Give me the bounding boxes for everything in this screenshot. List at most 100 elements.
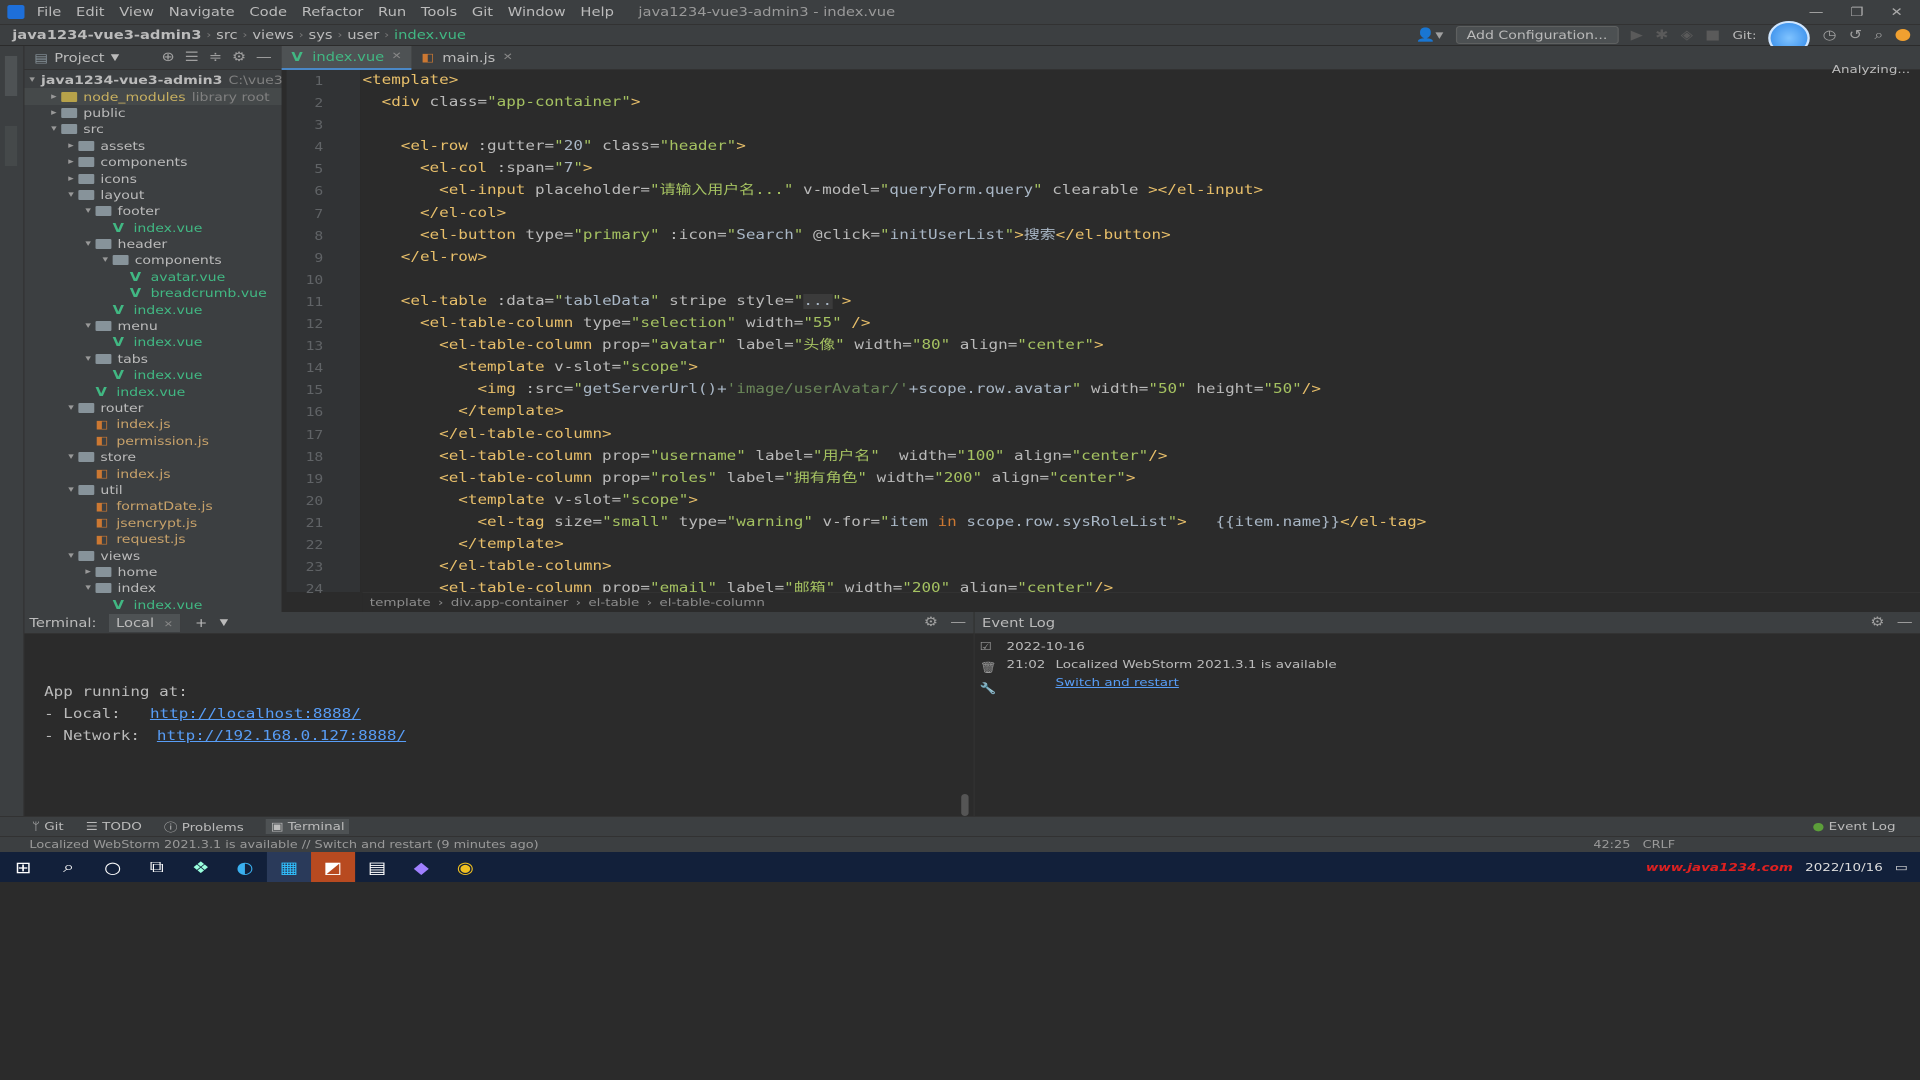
- intellij-icon[interactable]: ◩: [311, 852, 356, 882]
- tool-window-event-log[interactable]: ● Event Log: [1813, 820, 1920, 833]
- chevron-right-icon[interactable]: ▸: [81, 567, 96, 577]
- chevron-right-icon[interactable]: ▸: [47, 92, 62, 102]
- mark-read-icon[interactable]: ☑: [980, 640, 997, 653]
- menu-item-navigate[interactable]: Navigate: [161, 5, 242, 19]
- chevron-down-icon[interactable]: ▾: [29, 75, 35, 85]
- menu-item-view[interactable]: View: [112, 5, 162, 19]
- notepad-icon[interactable]: ▤: [355, 852, 399, 882]
- search-icon[interactable]: ⌕: [1874, 28, 1883, 43]
- switch-and-restart-link[interactable]: Switch and restart: [1056, 676, 1179, 689]
- trash-icon[interactable]: 🗑: [980, 661, 997, 674]
- tab-main-js[interactable]: ◧ main.js ✕: [412, 46, 523, 70]
- tree-item[interactable]: ◧ jsencrypt.js: [24, 515, 281, 531]
- tree-item[interactable]: ◧ index.js: [24, 465, 281, 481]
- tree-item[interactable]: ▾ menu: [24, 318, 281, 334]
- tree-item[interactable]: Vavatar.vue: [24, 269, 281, 285]
- tree-item[interactable]: ▸ node_modules library root: [24, 88, 282, 105]
- chevron-right-icon[interactable]: ▸: [64, 157, 79, 167]
- terminal-output[interactable]: App running at: - Local: http://localhos…: [24, 634, 974, 816]
- chevron-right-icon[interactable]: ▸: [64, 141, 79, 151]
- chevron-down-icon[interactable]: ▾: [64, 190, 79, 200]
- collapse-all-icon[interactable]: ≑: [209, 50, 222, 65]
- chevron-down-icon[interactable]: ▾: [81, 239, 96, 249]
- menu-item-window[interactable]: Window: [500, 5, 573, 19]
- tree-item[interactable]: Vindex.vue: [24, 220, 281, 236]
- breadcrumb-item[interactable]: src: [211, 28, 242, 42]
- gear-icon[interactable]: ⚙: [924, 615, 938, 630]
- tree-item[interactable]: ▾ components: [24, 252, 281, 268]
- tree-item[interactable]: Vindex.vue: [24, 367, 281, 383]
- menu-item-file[interactable]: File: [29, 5, 68, 19]
- chevron-down-icon[interactable]: ▾: [64, 485, 79, 495]
- project-tool-button[interactable]: [4, 56, 18, 96]
- history-icon[interactable]: ◷: [1823, 28, 1837, 43]
- stop-icon[interactable]: ■: [1705, 28, 1720, 43]
- tree-item[interactable]: Vindex.vue: [24, 383, 281, 399]
- menu-item-edit[interactable]: Edit: [69, 5, 112, 19]
- gear-icon[interactable]: ⚙: [232, 50, 246, 65]
- network-url-link[interactable]: http://192.168.0.127:8888/: [157, 729, 406, 744]
- menu-item-git[interactable]: Git: [464, 5, 500, 19]
- tab-local-session[interactable]: Local ✕: [108, 613, 181, 632]
- tree-item[interactable]: ▾ footer: [24, 203, 281, 219]
- tree-item[interactable]: Vindex.vue: [24, 334, 281, 350]
- terminal-scrollbar[interactable]: [961, 794, 969, 816]
- tree-item[interactable]: ▾ util: [24, 482, 281, 498]
- tab-index-vue[interactable]: V index.vue ✕: [281, 45, 412, 70]
- close-icon[interactable]: ✕: [164, 620, 173, 630]
- locate-icon[interactable]: ⊕: [161, 50, 174, 65]
- run-icon[interactable]: ▶: [1631, 28, 1643, 43]
- wrench-icon[interactable]: 🔧: [980, 682, 997, 695]
- chevron-down-icon[interactable]: ▾: [81, 321, 96, 331]
- tree-item[interactable]: ◧ index.js: [24, 416, 281, 432]
- status-message[interactable]: Localized WebStorm 2021.3.1 is available…: [0, 839, 539, 851]
- menu-item-help[interactable]: Help: [573, 5, 621, 19]
- tree-item[interactable]: ▾ src: [24, 121, 281, 137]
- gear-icon[interactable]: ⚙: [1870, 615, 1884, 630]
- add-icon[interactable]: +: [195, 616, 207, 630]
- hide-icon[interactable]: —: [256, 50, 272, 65]
- chevron-down-icon[interactable]: ▾: [81, 354, 96, 364]
- tree-item[interactable]: ▾ index: [24, 580, 281, 596]
- debug-icon[interactable]: ✱: [1655, 28, 1668, 43]
- notification-icon[interactable]: ▭: [1895, 861, 1908, 874]
- tree-item[interactable]: ▾ java1234-vue3-admin3 C:\vue3project: [24, 72, 331, 88]
- add-configuration-button[interactable]: Add Configuration...: [1455, 26, 1619, 44]
- close-icon[interactable]: ✕: [392, 51, 402, 62]
- chevron-down-icon[interactable]: ▾: [81, 206, 96, 216]
- coverage-icon[interactable]: ◈: [1681, 28, 1693, 43]
- tool-window-problems[interactable]: ⓘ Problems: [164, 819, 244, 835]
- tree-item[interactable]: ▸ public: [24, 105, 281, 121]
- search-icon[interactable]: ⌕: [47, 852, 91, 882]
- project-panel-title[interactable]: Project: [54, 51, 104, 65]
- hide-icon[interactable]: —: [1897, 615, 1913, 630]
- tool-window-todo[interactable]: ☰ TODO: [86, 820, 142, 833]
- tree-item[interactable]: ▸ assets: [24, 138, 281, 154]
- task-view-icon[interactable]: ⧉: [135, 852, 179, 882]
- menu-item-refactor[interactable]: Refactor: [294, 5, 370, 19]
- chevron-down-icon[interactable]: ▾: [81, 583, 96, 593]
- chrome-icon[interactable]: ◉: [443, 852, 487, 882]
- tree-item[interactable]: ▸ icons: [24, 170, 281, 186]
- tree-item[interactable]: ▾ header: [24, 236, 281, 252]
- chevron-down-icon[interactable]: ▾: [64, 403, 79, 413]
- webstorm-icon[interactable]: ▦: [266, 852, 312, 882]
- tree-item[interactable]: ▾ views: [24, 547, 281, 563]
- tool-window-git[interactable]: ᛘ Git: [32, 820, 64, 833]
- cortana-icon[interactable]: ○: [91, 852, 135, 882]
- breadcrumb-item[interactable]: index.vue: [389, 28, 471, 42]
- tree-item[interactable]: ▾ layout: [24, 187, 281, 203]
- breadcrumb-item[interactable]: user: [342, 28, 384, 42]
- commit-tool-button[interactable]: [4, 126, 18, 166]
- tree-item[interactable]: ◧ request.js: [24, 531, 281, 547]
- cursor-position[interactable]: 42:25: [1593, 839, 1630, 851]
- clock-date[interactable]: 2022/10/16: [1805, 861, 1883, 874]
- tree-item[interactable]: ▾ store: [24, 449, 281, 465]
- tree-item[interactable]: ◧ permission.js: [24, 433, 281, 449]
- menu-item-tools[interactable]: Tools: [414, 5, 465, 19]
- app-icon[interactable]: ❖: [179, 852, 223, 882]
- local-url-link[interactable]: http://localhost:8888/: [150, 707, 361, 722]
- tree-item[interactable]: ▸ home: [24, 564, 281, 580]
- tree-item[interactable]: Vbreadcrumb.vue: [24, 285, 281, 301]
- tree-item[interactable]: Vindex.vue: [24, 597, 281, 613]
